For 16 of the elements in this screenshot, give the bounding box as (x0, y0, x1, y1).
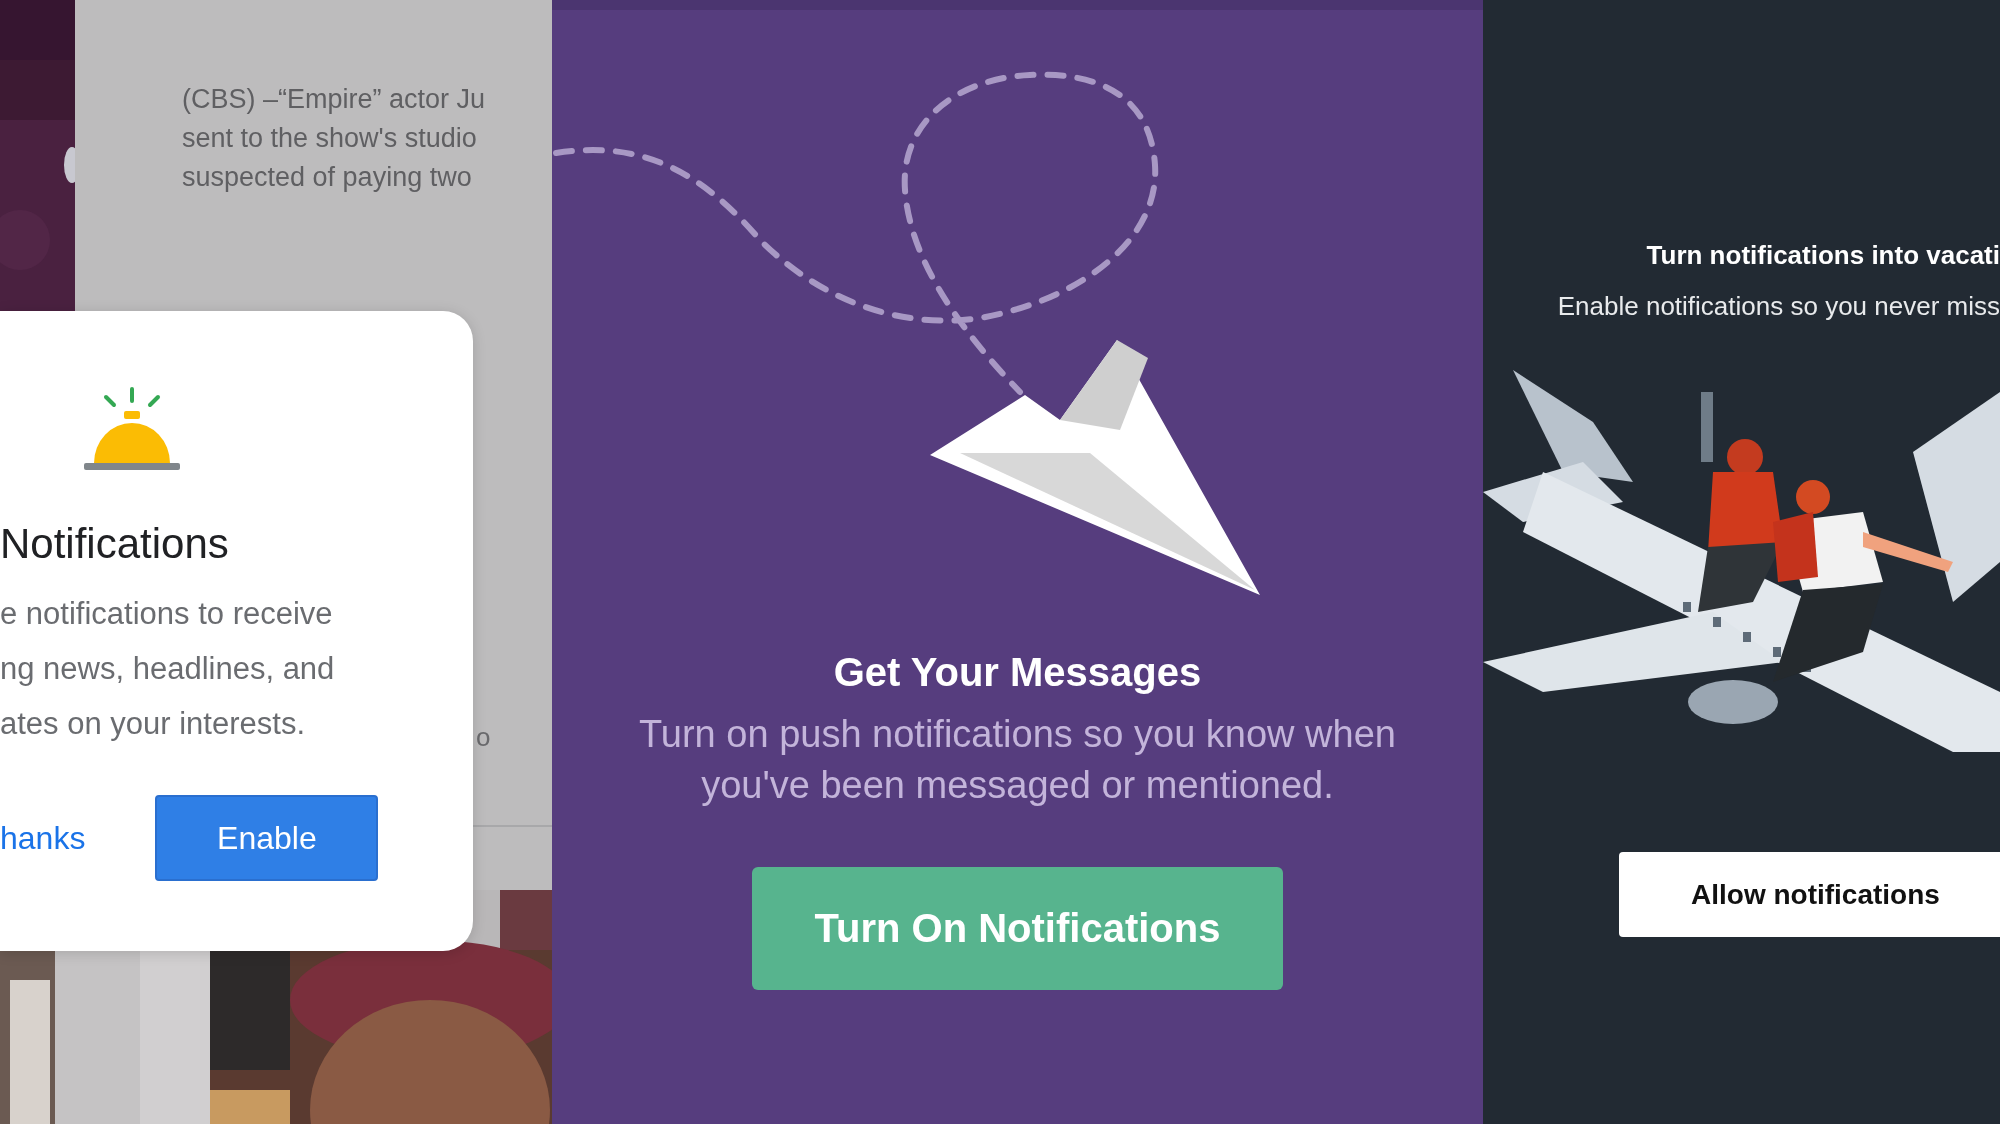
dialog-title: Notifications (0, 520, 230, 568)
article-text: (CBS) –“Empire” actor Ju (182, 83, 486, 116)
dialog-message: ates on your interests. (0, 705, 306, 743)
turn-on-notifications-button[interactable]: Turn On Notifications (752, 867, 1283, 990)
headline: Get Your Messages (833, 650, 1202, 695)
allow-notifications-button[interactable]: Allow notifications (1619, 852, 2000, 937)
article-text: sent to the show's studio (182, 122, 478, 155)
dialog-message: e notifications to receive (0, 595, 334, 633)
dialog-message: ng news, headlines, and (0, 650, 336, 688)
headline: Turn notifications into vacati (1646, 240, 2000, 271)
article-text: o (476, 722, 491, 753)
article-text: suspected of paying two (182, 161, 473, 194)
description: Turn on push notifications so you know when you've been messaged or mentioned. (638, 712, 1397, 808)
dismiss-button[interactable]: hanks (0, 819, 86, 857)
description: Enable notifications so you never miss (1557, 291, 2000, 322)
enable-button[interactable]: Enable (155, 795, 379, 881)
